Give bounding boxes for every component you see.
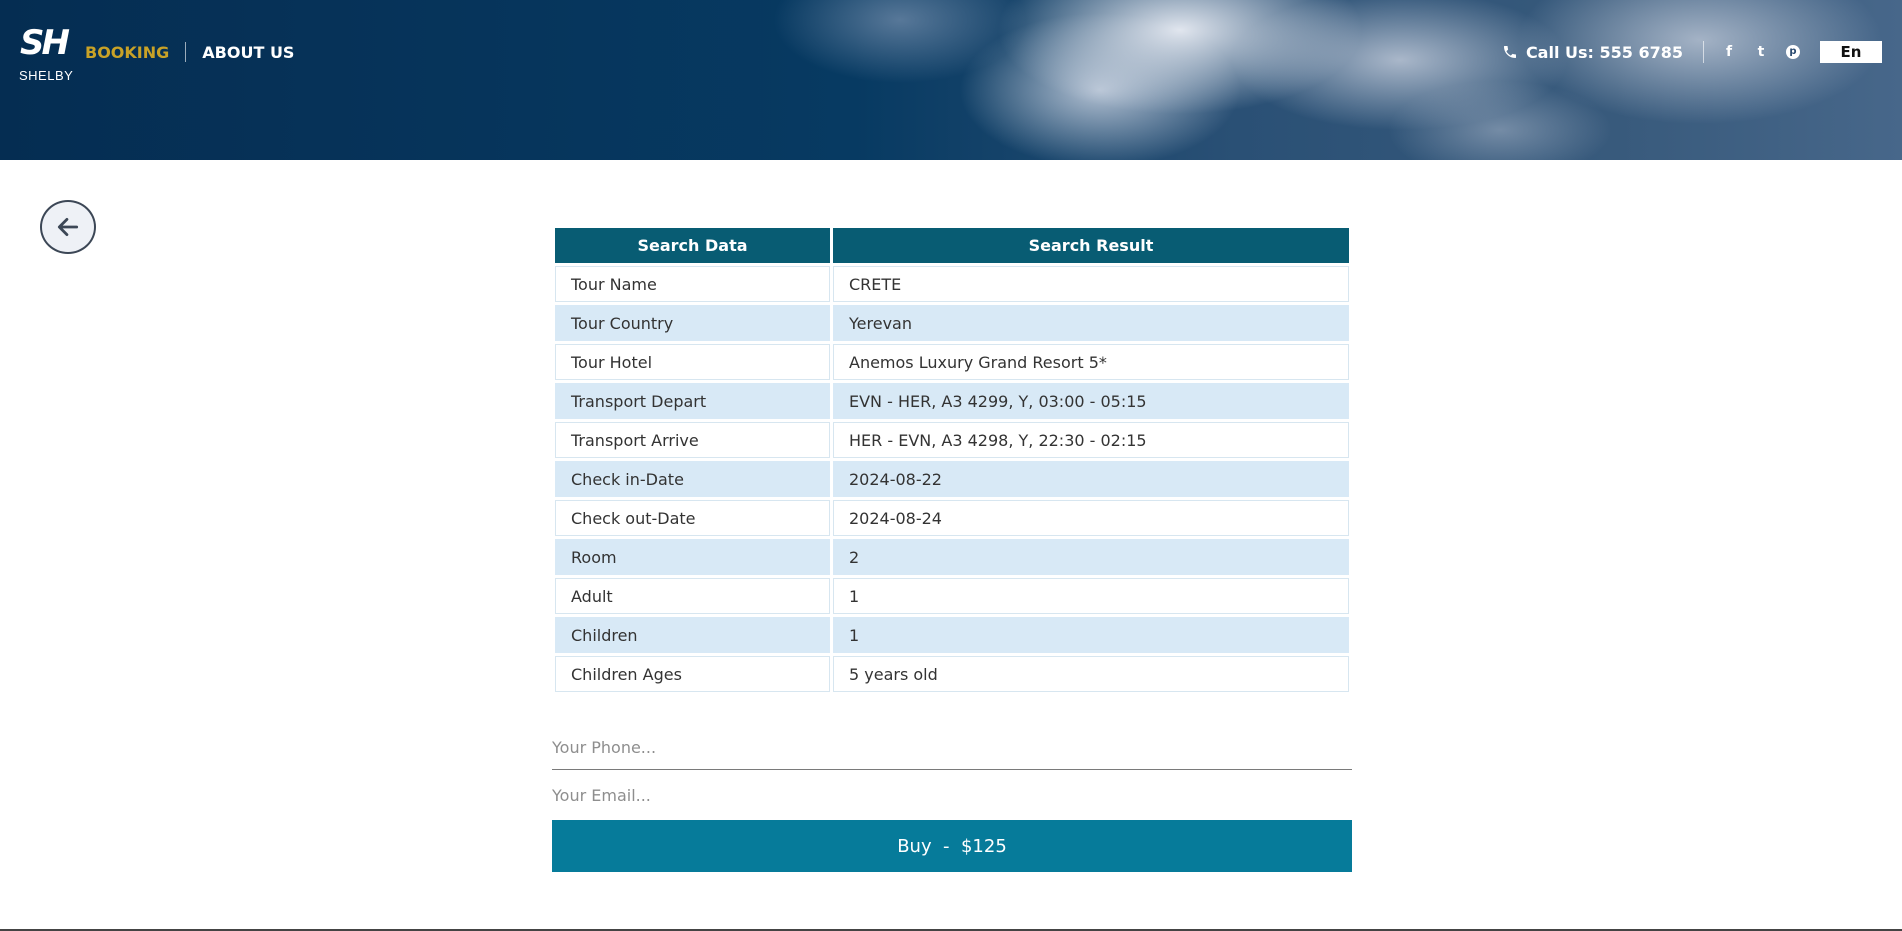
table-row: Check in-Date 2024-08-22 [555,461,1349,497]
table-row: Children Ages 5 years old [555,656,1349,692]
buy-button[interactable]: Buy - $125 [552,820,1352,872]
nav-divider [185,42,187,62]
row-label: Tour Name [555,266,830,302]
row-value: 1 [833,617,1349,653]
back-button[interactable] [40,200,96,254]
row-value: 2024-08-22 [833,461,1349,497]
table-row: Adult 1 [555,578,1349,614]
row-label: Tour Hotel [555,344,830,380]
row-value: 5 years old [833,656,1349,692]
row-value: CRETE [833,266,1349,302]
row-value: HER - EVN, A3 4298, Y, 22:30 - 02:15 [833,422,1349,458]
table-header-row: Search Data Search Result [555,228,1349,263]
email-input[interactable] [552,770,1352,820]
booking-form: Buy - $125 [552,726,1352,872]
logo[interactable]: SH SHELBY [19,23,73,83]
row-label: Check in-Date [555,461,830,497]
row-label: Tour Country [555,305,830,341]
table-row: Children 1 [555,617,1349,653]
social-links: f t p [1722,45,1800,59]
row-value: EVN - HER, A3 4299, Y, 03:00 - 05:15 [833,383,1349,419]
row-label: Children [555,617,830,653]
facebook-icon[interactable]: f [1722,45,1736,59]
twitter-icon[interactable]: t [1754,45,1768,59]
call-us-link[interactable]: Call Us: 555 6785 [1526,43,1683,62]
table-row: Check out-Date 2024-08-24 [555,500,1349,536]
header-search-data: Search Data [555,228,830,263]
logo-mark: SH [20,23,70,63]
phone-icon [1503,46,1516,58]
row-label: Room [555,539,830,575]
language-selector[interactable]: En [1820,41,1882,63]
header-search-result: Search Result [833,228,1349,263]
table-row: Room 2 [555,539,1349,575]
row-value: Yerevan [833,305,1349,341]
table-row: Tour Hotel Anemos Luxury Grand Resort 5* [555,344,1349,380]
main-nav: BOOKING ABOUT US [85,42,294,62]
table-row: Transport Arrive HER - EVN, A3 4298, Y, … [555,422,1349,458]
row-value: Anemos Luxury Grand Resort 5* [833,344,1349,380]
nav-about-link[interactable]: ABOUT US [202,43,294,62]
row-label: Children Ages [555,656,830,692]
buy-button-label: Buy - $125 [897,835,1007,857]
header-divider [1703,41,1704,63]
phone-input[interactable] [552,726,1352,770]
header-banner: SH SHELBY BOOKING ABOUT US Call Us: 555 … [0,0,1902,160]
row-label: Adult [555,578,830,614]
row-value: 1 [833,578,1349,614]
row-label: Transport Depart [555,383,830,419]
row-label: Transport Arrive [555,422,830,458]
row-value: 2024-08-24 [833,500,1349,536]
row-value: 2 [833,539,1349,575]
row-label: Check out-Date [555,500,830,536]
table-row: Tour Name CRETE [555,266,1349,302]
header-contact: Call Us: 555 6785 f t p En [1502,41,1882,63]
table-row: Transport Depart EVN - HER, A3 4299, Y, … [555,383,1349,419]
logo-text: SHELBY [19,68,74,83]
search-result-table: Search Data Search Result Tour Name CRET… [552,225,1352,695]
pinterest-icon[interactable]: p [1786,45,1800,59]
nav-booking-link[interactable]: BOOKING [85,43,169,62]
arrow-left-icon [57,218,79,236]
table-row: Tour Country Yerevan [555,305,1349,341]
search-result-table-wrap: Search Data Search Result Tour Name CRET… [552,225,1352,695]
